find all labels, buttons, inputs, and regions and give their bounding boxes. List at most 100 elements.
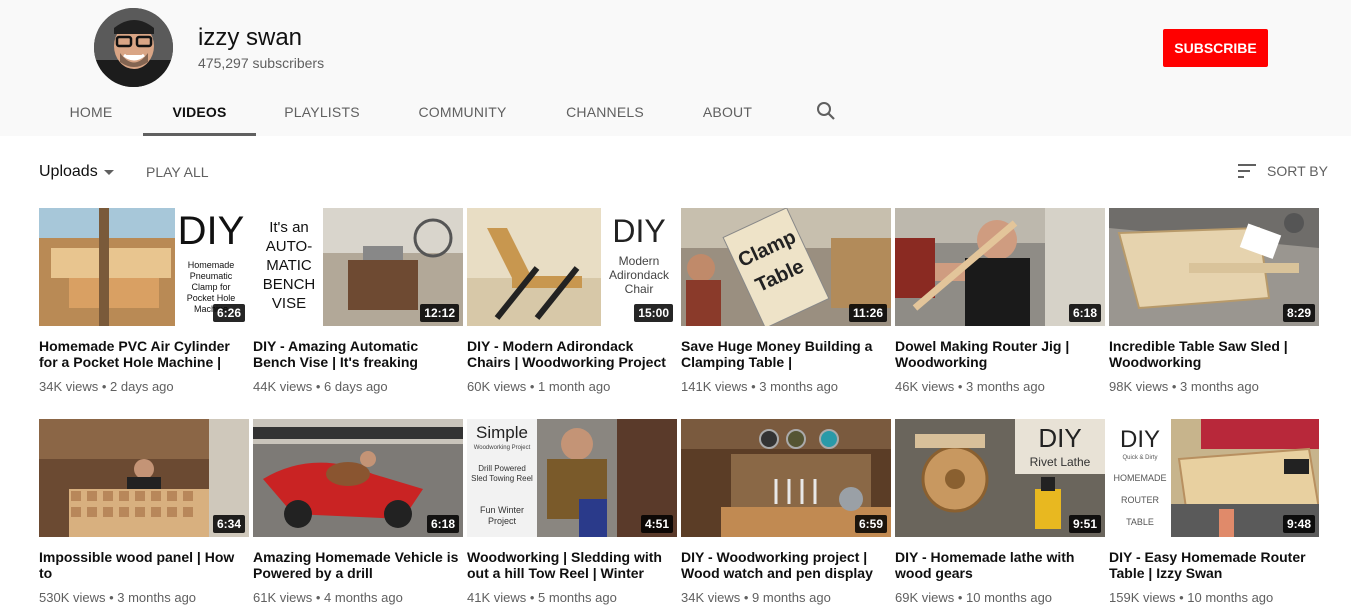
view-count: 61K views — [253, 590, 313, 605]
video-card[interactable]: 6:18 Dowel Making Router Jig | Woodworki… — [895, 208, 1105, 395]
upload-age: 3 months ago — [117, 590, 197, 605]
duration-badge: 6:59 — [854, 515, 887, 533]
duration-badge: 11:26 — [848, 304, 887, 322]
video-meta: 44K views • 6 days ago — [253, 379, 388, 394]
video-thumbnail[interactable]: Clamp Table 11:26 — [681, 208, 891, 326]
tab-channels[interactable]: CHANNELS — [555, 90, 655, 136]
view-count: 60K views — [467, 379, 527, 394]
video-title[interactable]: Woodworking | Sledding with out a hill T… — [467, 549, 677, 581]
duration-badge: 6:26 — [212, 304, 245, 322]
svg-text:AUTO-: AUTO- — [266, 238, 312, 255]
duration-badge: 9:48 — [1282, 515, 1315, 533]
duration-badge: 6:34 — [212, 515, 245, 533]
video-meta: 41K views • 5 months ago — [467, 590, 617, 605]
video-card[interactable]: It's an AUTO- MATIC BENCH VISE 12:12 DIY… — [253, 208, 463, 395]
video-card[interactable]: Simple Woodworking Project Drill Powered… — [467, 419, 677, 606]
view-count: 34K views — [681, 590, 741, 605]
svg-text:HOMEMADE: HOMEMADE — [1113, 473, 1166, 483]
video-card[interactable]: DIY Modern Adirondack Chair 15:00 DIY - … — [467, 208, 677, 395]
thumb-text: DIY — [1120, 426, 1160, 453]
sort-icon[interactable] — [1238, 163, 1257, 179]
channel-avatar[interactable] — [94, 8, 173, 87]
video-title[interactable]: Incredible Table Saw Sled | Woodworking — [1109, 338, 1319, 370]
video-thumbnail[interactable]: DIY Modern Adirondack Chair 15:00 — [467, 208, 677, 326]
tab-videos[interactable]: VIDEOS — [143, 90, 256, 136]
tab-home[interactable]: HOME — [56, 90, 126, 136]
video-meta: 46K views • 3 months ago — [895, 379, 1045, 394]
video-thumbnail[interactable]: 6:59 — [681, 419, 891, 537]
svg-text:Project: Project — [488, 516, 517, 526]
tab-playlists[interactable]: PLAYLISTS — [272, 90, 372, 136]
video-thumbnail[interactable]: DIY Rivet Lathe 9:51 — [895, 419, 1105, 537]
video-thumbnail[interactable]: 6:18 — [253, 419, 463, 537]
video-meta: 159K views • 10 months ago — [1109, 590, 1274, 605]
video-card[interactable]: DIY Quick & Dirty HOMEMADE ROUTER TABLE … — [1109, 419, 1319, 606]
search-icon[interactable] — [815, 100, 837, 122]
video-title[interactable]: DIY - Homemade lathe with wood gears — [895, 549, 1105, 581]
video-title[interactable]: Homemade PVC Air Cylinder for a Pocket H… — [39, 338, 249, 370]
video-title[interactable]: DIY - Amazing Automatic Bench Vise | It'… — [253, 338, 463, 370]
play-all-button[interactable]: PLAY ALL — [146, 164, 209, 180]
upload-age: 10 months ago — [1187, 590, 1274, 605]
duration-badge: 15:00 — [634, 304, 673, 322]
duration-badge: 9:51 — [1068, 515, 1101, 533]
svg-text:MATIC: MATIC — [266, 257, 312, 274]
video-card[interactable]: Clamp Table 11:26 Save Huge Money Buildi… — [681, 208, 891, 395]
video-thumbnail[interactable]: It's an AUTO- MATIC BENCH VISE 12:12 — [253, 208, 463, 326]
video-title[interactable]: Dowel Making Router Jig | Woodworking — [895, 338, 1105, 370]
view-count: 34K views — [39, 379, 99, 394]
video-card[interactable]: 6:34 Impossible wood panel | How to 530K… — [39, 419, 249, 606]
video-title[interactable]: Impossible wood panel | How to — [39, 549, 249, 581]
view-count: 44K views — [253, 379, 313, 394]
svg-text:Sled Towing Reel: Sled Towing Reel — [471, 474, 533, 483]
uploads-dropdown[interactable]: Uploads — [39, 163, 98, 181]
video-meta: 34K views • 9 months ago — [681, 590, 831, 605]
svg-text:Drill Powered: Drill Powered — [478, 464, 526, 473]
upload-age: 1 month ago — [538, 379, 611, 394]
video-card[interactable]: DIY Rivet Lathe 9:51 DIY - Homemade lath… — [895, 419, 1105, 606]
svg-text:Pocket Hole: Pocket Hole — [187, 293, 236, 303]
video-title[interactable]: DIY - Woodworking project | Wood watch a… — [681, 549, 891, 581]
view-count: 46K views — [895, 379, 955, 394]
svg-text:Homemade: Homemade — [188, 260, 235, 270]
sort-by-button[interactable]: SORT BY — [1267, 163, 1328, 179]
video-card[interactable]: 6:18 Amazing Homemade Vehicle is Powered… — [253, 419, 463, 606]
video-thumbnail[interactable]: DIY Quick & Dirty HOMEMADE ROUTER TABLE … — [1109, 419, 1319, 537]
svg-text:Fun Winter: Fun Winter — [480, 505, 524, 515]
svg-text:Pneumatic: Pneumatic — [190, 271, 233, 281]
svg-text:Modern: Modern — [619, 254, 660, 268]
view-count: 141K views — [681, 379, 748, 394]
svg-text:Chair: Chair — [625, 282, 654, 296]
upload-age: 4 months ago — [324, 590, 403, 605]
view-count: 530K views — [39, 590, 106, 605]
video-card[interactable]: DIY Homemade Pneumatic Clamp for Pocket … — [39, 208, 249, 395]
caret-down-icon[interactable] — [104, 170, 114, 175]
duration-badge: 4:51 — [640, 515, 673, 533]
tab-about[interactable]: ABOUT — [690, 90, 765, 136]
thumb-text: DIY — [612, 213, 665, 249]
video-thumbnail[interactable]: 6:18 — [895, 208, 1105, 326]
video-thumbnail[interactable]: DIY Homemade Pneumatic Clamp for Pocket … — [39, 208, 249, 326]
video-meta: 530K views • 3 months ago — [39, 590, 197, 605]
video-title[interactable]: Amazing Homemade Vehicle is Powered by a… — [253, 549, 463, 581]
thumb-text: It's an — [269, 219, 309, 236]
view-count: 69K views — [895, 590, 955, 605]
video-thumbnail[interactable]: Simple Woodworking Project Drill Powered… — [467, 419, 677, 537]
subscribe-button[interactable]: SUBSCRIBE — [1163, 29, 1268, 67]
tab-community[interactable]: COMMUNITY — [406, 90, 519, 136]
upload-age: 3 months ago — [966, 379, 1045, 394]
video-title[interactable]: Save Huge Money Building a Clamping Tabl… — [681, 338, 891, 370]
duration-badge: 6:18 — [1068, 304, 1101, 322]
video-card[interactable]: 8:29 Incredible Table Saw Sled | Woodwor… — [1109, 208, 1319, 395]
video-thumbnail[interactable]: 6:34 — [39, 419, 249, 537]
video-thumbnail[interactable]: 8:29 — [1109, 208, 1319, 326]
video-title[interactable]: DIY - Easy Homemade Router Table | Izzy … — [1109, 549, 1319, 581]
thumb-text: DIY — [178, 209, 245, 253]
svg-text:Adirondack: Adirondack — [609, 268, 670, 282]
video-meta: 34K views • 2 days ago — [39, 379, 174, 394]
video-card[interactable]: 6:59 DIY - Woodworking project | Wood wa… — [681, 419, 891, 606]
svg-text:VISE: VISE — [272, 295, 306, 312]
upload-age: 3 months ago — [1180, 379, 1259, 394]
subscriber-count: 475,297 subscribers — [198, 55, 325, 71]
video-title[interactable]: DIY - Modern Adirondack Chairs | Woodwor… — [467, 338, 677, 370]
